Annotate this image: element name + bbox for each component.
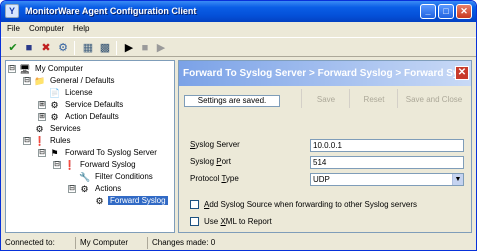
close-button[interactable]: ✕ — [456, 4, 472, 19]
rule-icon: ❗ — [64, 159, 76, 170]
config-panel: Forward To Syslog Server > Forward Syslo… — [178, 60, 472, 233]
tree-item-label: Service Defaults — [65, 100, 124, 109]
network-icon[interactable]: ⚙ — [56, 41, 70, 55]
license-icon: 📄 — [49, 87, 61, 98]
stop-icon[interactable]: ■ — [138, 41, 152, 55]
tree-item-forward-to-syslog-server[interactable]: ⊟ ⚑ Forward To Syslog Server — [38, 147, 159, 159]
tree-item-forward-syslog-rule[interactable]: ⊟ ❗ Forward Syslog — [53, 159, 138, 171]
navigation-tree: ⊟ 🖥 My Computer ⊟ 📁 General / Defaults 📄 Lice… — [5, 60, 175, 233]
expand-icon[interactable]: ⊞ — [38, 113, 46, 121]
save-icon[interactable]: ■ — [22, 41, 36, 55]
protocol-type-value: UDP — [313, 175, 330, 184]
protocol-type-label: Protocol Type — [190, 174, 239, 183]
tree-item-general-defaults[interactable]: ⊟ 📁 General / Defaults — [23, 75, 116, 87]
ruleset-icon: ⚑ — [50, 147, 59, 158]
tree-item-license[interactable]: 📄 License — [49, 87, 95, 99]
tree-item-label: Forward Syslog — [80, 160, 136, 169]
tree-item-label: License — [65, 88, 93, 97]
menu-computer[interactable]: Computer — [29, 24, 64, 33]
button-separator — [397, 89, 398, 108]
save-button[interactable]: Save — [303, 88, 349, 109]
menu-bar: File Computer Help — [1, 22, 476, 36]
use-xml-checkbox[interactable] — [190, 217, 199, 227]
syslog-port-input[interactable]: 514 — [310, 156, 464, 169]
reset-button[interactable]: Reset — [351, 88, 397, 109]
use-xml-option[interactable]: Use XML to Report — [190, 217, 272, 227]
folder-icon: 📁 — [34, 75, 46, 86]
syslog-port-label: Syslog Port — [190, 157, 231, 166]
collapse-icon[interactable]: ⊟ — [8, 65, 16, 73]
tree-item-service-defaults[interactable]: ⊞ ⚙ Service Defaults — [38, 99, 125, 111]
window-title: MonitorWare Agent Configuration Client — [25, 6, 197, 16]
filter-icon: 🔧 — [79, 171, 91, 182]
action-defaults-icon: ⚙ — [50, 111, 59, 122]
tree-item-label: Rules — [50, 136, 71, 145]
syslog-server-label: Syslog Server — [190, 140, 240, 149]
screen-icon[interactable]: ▦ — [81, 41, 95, 55]
maximize-button[interactable]: □ — [438, 4, 454, 19]
tree-item-rules[interactable]: ⊟ ❗ Rules — [23, 135, 72, 147]
button-separator — [301, 89, 302, 108]
tree-item-my-computer[interactable]: ⊟ 🖥 My Computer — [8, 63, 85, 75]
panel-breadcrumb: Forward To Syslog Server > Forward Syslo… — [183, 68, 455, 79]
play-icon[interactable]: ▶ — [122, 41, 136, 55]
tree-item-label: Forward To Syslog Server — [65, 148, 157, 157]
expand-icon[interactable]: ⊞ — [38, 101, 46, 109]
status-connected-label: Connected to: — [5, 238, 55, 247]
service-defaults-icon: ⚙ — [50, 99, 59, 110]
tree-item-actions[interactable]: ⊟ ⚙ Actions — [68, 183, 123, 195]
minimize-button[interactable]: _ — [420, 4, 436, 19]
syslog-server-input[interactable]: 10.0.0.1 — [310, 139, 464, 152]
ok-icon[interactable]: ✔ — [6, 41, 20, 55]
title-bar[interactable]: Y MonitorWare Agent Configuration Client… — [1, 1, 476, 22]
save-and-close-button[interactable]: Save and Close — [399, 88, 469, 109]
app-icon: Y — [5, 4, 19, 18]
app-window: Y MonitorWare Agent Configuration Client… — [0, 0, 477, 251]
status-computer: My Computer — [75, 237, 128, 249]
status-changes: Changes made: 0 — [147, 237, 215, 249]
menu-file[interactable]: File — [7, 24, 20, 33]
collapse-icon[interactable]: ⊟ — [38, 149, 46, 157]
services-icon: ⚙ — [35, 123, 44, 134]
rules-icon: ❗ — [34, 135, 46, 146]
panel-header: Forward To Syslog Server > Forward Syslo… — [179, 61, 471, 86]
tree-item-filter-conditions[interactable]: 🔧 Filter Conditions — [79, 171, 155, 183]
restart-icon[interactable]: ▶ — [154, 41, 168, 55]
collapse-icon[interactable]: ⊟ — [68, 185, 76, 193]
menu-help[interactable]: Help — [73, 24, 89, 33]
add-syslog-source-option[interactable]: Add Syslog Source when forwarding to oth… — [190, 200, 417, 210]
grid-icon[interactable]: ▩ — [98, 41, 112, 55]
tree-item-label: Filter Conditions — [95, 172, 153, 181]
tree-item-label: General / Defaults — [50, 76, 115, 85]
dropdown-arrow-icon[interactable]: ▼ — [452, 174, 463, 185]
tree-item-label: Actions — [95, 184, 122, 193]
tree-item-forward-syslog-action[interactable]: ⚙ Forward Syslog — [94, 195, 168, 207]
collapse-icon[interactable]: ⊟ — [23, 137, 31, 145]
cancel-icon[interactable]: ✖ — [39, 41, 53, 55]
tree-item-action-defaults[interactable]: ⊞ ⚙ Action Defaults — [38, 111, 121, 123]
toolbar-separator — [116, 41, 117, 55]
tree-item-label: My Computer — [35, 64, 84, 73]
tree-item-label: Action Defaults — [65, 112, 119, 121]
add-syslog-source-checkbox[interactable] — [190, 200, 199, 210]
tree-item-label: Forward Syslog — [108, 196, 168, 205]
collapse-icon[interactable]: ⊟ — [53, 161, 61, 169]
panel-close-button[interactable]: ✕ — [455, 66, 469, 80]
forward-syslog-icon: ⚙ — [95, 195, 104, 206]
collapse-icon[interactable]: ⊟ — [23, 77, 31, 85]
tree-item-label: Services — [50, 124, 81, 133]
protocol-type-select[interactable]: UDP ▼ — [310, 173, 464, 186]
status-bar: Connected to: My Computer Changes made: … — [1, 236, 476, 250]
toolbar-separator — [74, 41, 75, 55]
tree-item-services[interactable]: ⚙ Services — [34, 123, 83, 135]
button-separator — [349, 89, 350, 108]
computer-icon: 🖥 — [19, 63, 31, 74]
toolbar: ✔ ■ ✖ ⚙ ▦ ▩ ▶ ■ ▶ — [1, 37, 476, 57]
actions-icon: ⚙ — [80, 183, 89, 194]
save-status-message: Settings are saved. — [184, 95, 280, 107]
